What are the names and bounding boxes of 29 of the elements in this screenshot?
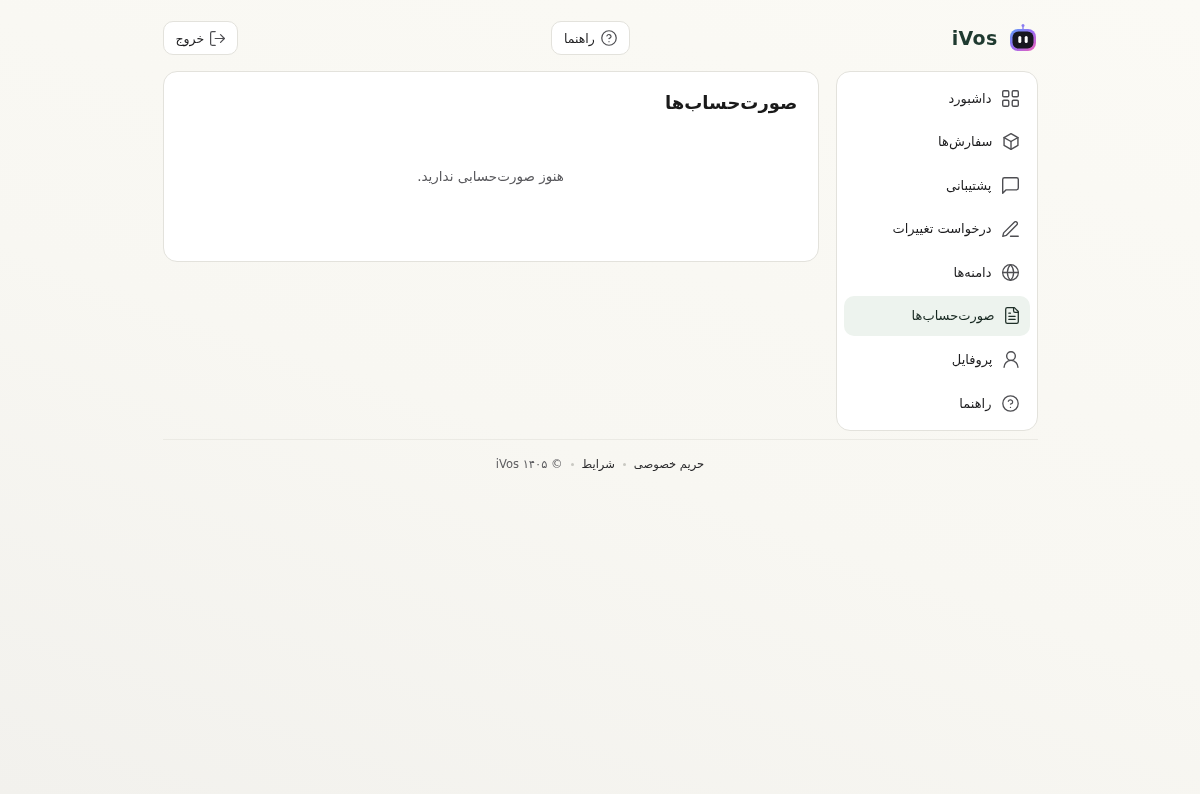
chat-bubble-icon bbox=[1001, 176, 1019, 194]
sidebar-item[interactable]: پروفایل bbox=[843, 339, 1030, 380]
sidebar-item[interactable]: سفارش‌ها bbox=[843, 121, 1030, 162]
grid-icon bbox=[1001, 89, 1019, 107]
user-icon bbox=[1002, 351, 1019, 369]
footer-link[interactable]: حریم خصوصی bbox=[633, 456, 705, 473]
sidebar-item[interactable]: داشبورد bbox=[843, 78, 1030, 118]
sidebar-item[interactable]: پشتیبانی bbox=[843, 165, 1030, 206]
page-title: صورت‌حساب‌ها bbox=[664, 91, 798, 116]
logo-text: iVos bbox=[951, 26, 998, 50]
robot-logo-icon bbox=[1007, 24, 1038, 52]
footer-link[interactable]: شرایط bbox=[581, 456, 615, 473]
sidebar-item[interactable]: راهنما bbox=[843, 383, 1030, 424]
separator-dot-icon bbox=[622, 462, 626, 466]
help-button[interactable]: راهنما bbox=[550, 21, 630, 55]
cube-icon bbox=[1002, 133, 1019, 151]
logout-icon bbox=[210, 30, 226, 46]
sidebar-item[interactable]: درخواست تغییرات bbox=[843, 208, 1030, 249]
empty-state-message: هنوز صورت‌حسابی ندارید. bbox=[416, 167, 565, 186]
help-icon bbox=[1001, 394, 1019, 412]
logout-button[interactable]: خروج bbox=[162, 21, 239, 55]
document-icon bbox=[1004, 307, 1019, 325]
globe-icon bbox=[1001, 263, 1019, 281]
pencil-icon bbox=[1001, 220, 1019, 237]
separator-dot-icon bbox=[570, 462, 574, 466]
sidebar-item[interactable]: صورت‌حساب‌ها bbox=[843, 295, 1030, 336]
sidebar-item[interactable]: دامنه‌ها bbox=[843, 252, 1030, 293]
help-icon bbox=[600, 30, 617, 46]
copyright-text: © ۱۴۰۵ iVos bbox=[495, 456, 563, 473]
